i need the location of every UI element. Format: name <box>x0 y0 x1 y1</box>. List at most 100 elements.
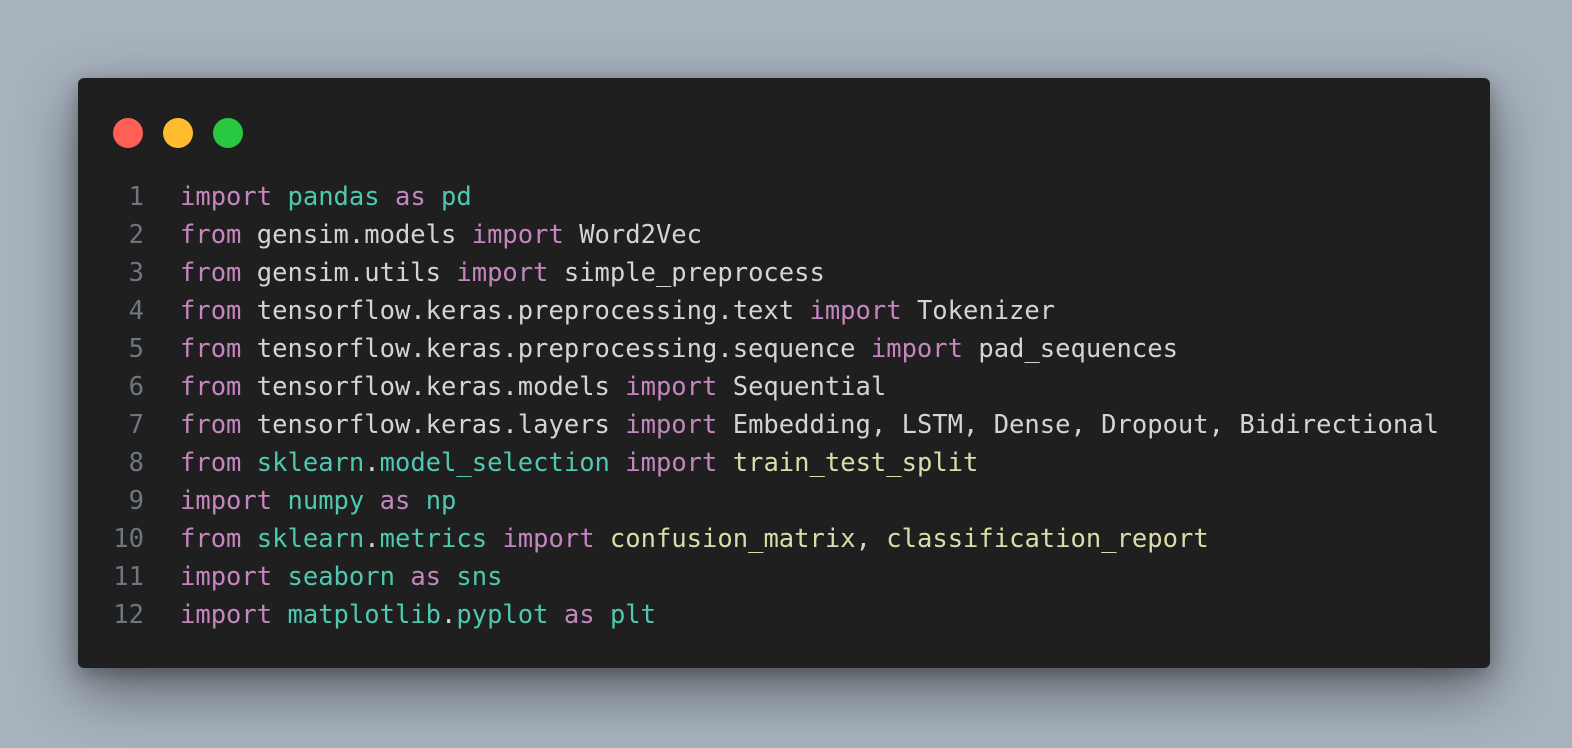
plain-token: pad_sequences <box>963 334 1178 364</box>
keyword-token: from <box>180 334 242 364</box>
maximize-button[interactable] <box>213 118 243 148</box>
line-number: 6 <box>128 372 144 402</box>
line-source: import pandas as pd <box>180 178 472 216</box>
module-token: pyplot <box>456 600 549 630</box>
code-line: 2 from gensim.models import Word2Vec <box>78 216 1490 254</box>
code-line: 7 from tensorflow.keras.layers import Emb… <box>78 406 1490 444</box>
plain-token: Word2Vec <box>563 220 703 250</box>
line-number: 8 <box>128 448 144 478</box>
line-number: 7 <box>128 410 144 440</box>
plain-token: Tokenizer <box>901 296 1056 326</box>
module-token: sns <box>456 562 503 592</box>
code-line: 6 from tensorflow.keras.models import Seq… <box>78 368 1490 406</box>
line-number: 9 <box>128 486 144 516</box>
keyword-token: from <box>180 524 242 554</box>
plain-token: Sequential <box>717 372 887 402</box>
keyword-token: import <box>456 258 549 288</box>
plain-token: gensim.utils <box>241 258 457 288</box>
code-line: 5 from tensorflow.keras.preprocessing.seq… <box>78 330 1490 368</box>
close-button[interactable] <box>113 118 143 148</box>
line-number: 1 <box>128 182 144 212</box>
keyword-token: as <box>563 600 595 630</box>
keyword-token: as <box>410 562 442 592</box>
module-token: sklearn <box>256 448 365 478</box>
module-token: matplotlib <box>287 600 442 630</box>
plain-token: simple_preprocess <box>548 258 825 288</box>
keyword-token: from <box>180 258 242 288</box>
keyword-token: from <box>180 296 242 326</box>
plain-token: tensorflow.keras.preprocessing.sequence <box>241 334 871 364</box>
keyword-token: import <box>180 600 273 630</box>
plain-token: . <box>364 524 380 554</box>
plain-token: tensorflow.keras.preprocessing.text <box>241 296 810 326</box>
keyword-token: from <box>180 220 242 250</box>
keyword-token: from <box>180 372 242 402</box>
line-number: 2 <box>128 220 144 250</box>
keyword-token: import <box>809 296 902 326</box>
keyword-token: import <box>625 448 718 478</box>
keyword-token: import <box>180 486 273 516</box>
code-line: 4 from tensorflow.keras.preprocessing.tex… <box>78 292 1490 330</box>
code-line: 11 import seaborn as sns <box>78 558 1490 596</box>
module-token: numpy <box>287 486 365 516</box>
line-source: import numpy as np <box>180 482 456 520</box>
code-block: 1 import pandas as pd 2 from gensim.models … <box>78 178 1490 634</box>
line-source: from gensim.models import Word2Vec <box>180 216 702 254</box>
plain-token: tensorflow.keras.layers <box>241 410 626 440</box>
module-token: pandas <box>287 182 380 212</box>
module-token: seaborn <box>287 562 395 592</box>
module-token: np <box>425 486 457 516</box>
line-source: from sklearn.model_selection import trai… <box>180 444 978 482</box>
keyword-token: import <box>471 220 564 250</box>
plain-token: Embedding, LSTM, Dense, Dropout, Bidirec… <box>717 410 1439 440</box>
code-window: 1 import pandas as pd 2 from gensim.models … <box>78 78 1490 668</box>
module-token: plt <box>609 600 656 630</box>
keyword-token: from <box>180 410 242 440</box>
module-token: metrics <box>379 524 488 554</box>
plain-token: gensim.models <box>241 220 472 250</box>
keyword-token: import <box>625 410 718 440</box>
keyword-token: from <box>180 448 242 478</box>
line-number: 12 <box>113 600 144 630</box>
line-source: import matplotlib.pyplot as plt <box>180 596 656 634</box>
minimize-button[interactable] <box>163 118 193 148</box>
code-line: 9 import numpy as np <box>78 482 1490 520</box>
keyword-token: import <box>180 562 273 592</box>
line-source: from tensorflow.keras.preprocessing.sequ… <box>180 330 1178 368</box>
line-number: 11 <box>113 562 144 592</box>
line-number: 5 <box>128 334 144 364</box>
module-token: model_selection <box>379 448 610 478</box>
line-source: from tensorflow.keras.preprocessing.text… <box>180 292 1055 330</box>
function-token: confusion_matrix <box>609 524 856 554</box>
plain-token: . <box>441 600 457 630</box>
line-source: from tensorflow.keras.models import Sequ… <box>180 368 886 406</box>
line-source: from gensim.utils import simple_preproce… <box>180 254 825 292</box>
code-line: 10 from sklearn.metrics import confusion_… <box>78 520 1490 558</box>
keyword-token: import <box>625 372 718 402</box>
keyword-token: as <box>394 182 426 212</box>
plain-token: . <box>364 448 380 478</box>
line-number: 3 <box>128 258 144 288</box>
keyword-token: import <box>502 524 595 554</box>
code-line: 8 from sklearn.model_selection import tra… <box>78 444 1490 482</box>
function-token: classification_report <box>886 524 1209 554</box>
module-token: sklearn <box>256 524 365 554</box>
line-source: import seaborn as sns <box>180 558 502 596</box>
line-source: from sklearn.metrics import confusion_ma… <box>180 520 1209 558</box>
keyword-token: import <box>180 182 273 212</box>
